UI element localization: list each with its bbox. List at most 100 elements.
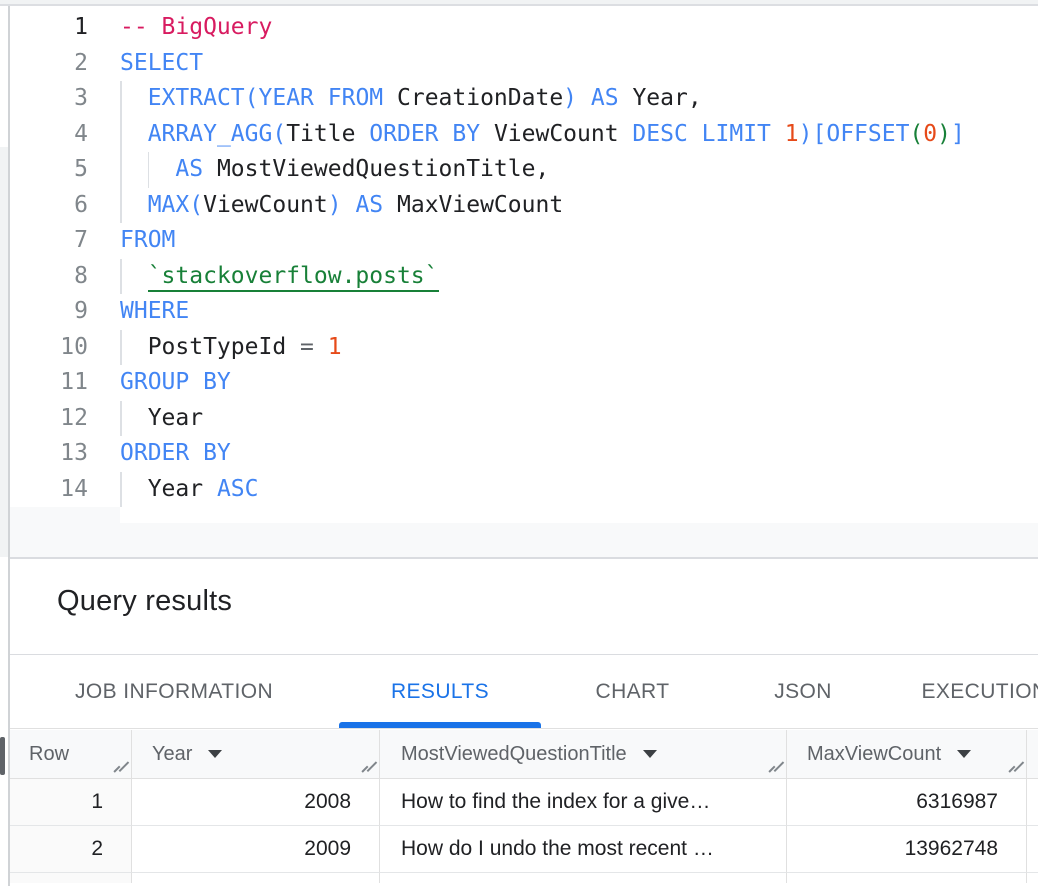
row-filler-cell — [1027, 779, 1038, 826]
table-cell: 2 — [9, 826, 132, 873]
line-number: 13 — [9, 436, 88, 472]
code-line-1: 1 -- BigQuery — [9, 10, 1038, 46]
query-results-title: Query results — [0, 559, 1038, 618]
results-tabbar: JOB INFORMATION RESULTS CHART JSON EXECUTION… — [0, 655, 1038, 729]
table-cell: 2009 — [132, 826, 380, 873]
tab-chart[interactable]: CHART — [541, 655, 724, 728]
code-line-2: 2 SELECT — [9, 46, 1038, 82]
table-cell — [132, 873, 380, 883]
table-cell: 2008 — [132, 779, 380, 826]
code-text: ORDER BY — [120, 436, 231, 472]
tab-label: JSON — [774, 680, 832, 704]
column-resize-handle-icon[interactable] — [767, 760, 781, 773]
sort-caret-icon[interactable] — [957, 750, 971, 758]
tab-results[interactable]: RESULTS — [339, 655, 541, 728]
table-cell — [787, 873, 1027, 883]
left-rail — [0, 6, 9, 886]
line-number: 3 — [9, 81, 88, 117]
column-resize-handle-icon[interactable] — [360, 760, 374, 773]
line-number: 8 — [9, 259, 88, 295]
code-text: FROM — [120, 223, 175, 259]
panel-border — [8, 6, 10, 886]
tab-json[interactable]: JSON — [724, 655, 882, 728]
code-line-10: 10 PostTypeId = 1 — [9, 330, 1038, 366]
bigquery-console: 1-- BigQuery2SELECT3 EXTRACT(YEAR FROM C… — [0, 0, 1038, 886]
code-line-9: 9 WHERE — [9, 294, 1038, 330]
tab-label: EXECUTION DETAILS — [921, 680, 1038, 704]
editor-gutter-tail — [9, 507, 120, 523]
code-line-3: 3 EXTRACT(YEAR FROM CreationDate) AS Yea… — [9, 81, 1038, 117]
code-line-4: 4 ARRAY_AGG(Title ORDER BY ViewCount DES… — [9, 117, 1038, 153]
table-cell: How to find the index for a give… — [380, 779, 787, 826]
header-filler-cell — [1027, 730, 1038, 779]
table-row-partial — [9, 873, 1038, 883]
code-text: `stackoverflow.posts` — [120, 259, 439, 295]
code-line-7: 7 FROM — [9, 223, 1038, 259]
column-header-label: MostViewedQuestionTitle — [401, 743, 627, 766]
column-header-row[interactable]: Row — [9, 730, 132, 779]
column-header-label: Year — [152, 743, 192, 766]
code-line-14: 14 Year ASC — [9, 472, 1038, 508]
column-header-label: Row — [29, 743, 69, 766]
line-number: 10 — [9, 330, 88, 366]
column-header-mostviewedquestiontitle[interactable]: MostViewedQuestionTitle — [380, 730, 787, 779]
table-cell: 1 — [9, 779, 132, 826]
line-number: 12 — [9, 401, 88, 437]
column-header-year[interactable]: Year — [132, 730, 380, 779]
code-text: SELECT — [120, 46, 203, 82]
results-table: Row Year MostViewedQuestionTitle MaxViewCou… — [9, 730, 1038, 883]
table-row: 22009How do I undo the most recent …1396… — [9, 826, 1038, 873]
scrollbar-thumb[interactable] — [0, 737, 5, 775]
table-header-row: Row Year MostViewedQuestionTitle MaxViewCou… — [9, 730, 1038, 779]
code-text: PostTypeId = 1 — [120, 330, 342, 366]
code-text: AS MostViewedQuestionTitle, — [120, 152, 549, 188]
code-line-5: 5 AS MostViewedQuestionTitle, — [9, 152, 1038, 188]
table-cell: How do I undo the most recent … — [380, 826, 787, 873]
code-text: Year — [120, 401, 203, 437]
line-number: 6 — [9, 188, 88, 224]
code-line-13: 13 ORDER BY — [9, 436, 1038, 472]
code-line-12: 12 Year — [9, 401, 1038, 437]
tab-label: JOB INFORMATION — [75, 680, 273, 704]
line-number: 7 — [9, 223, 88, 259]
code-text: EXTRACT(YEAR FROM CreationDate) AS Year, — [120, 81, 702, 117]
tab-execution-details[interactable]: EXECUTION DETAILS — [882, 655, 1038, 728]
code-text: Year ASC — [120, 472, 258, 508]
editor-resize-gap[interactable] — [9, 523, 1038, 557]
sql-editor[interactable]: 1-- BigQuery2SELECT3 EXTRACT(YEAR FROM C… — [9, 6, 1038, 507]
code-text: -- BigQuery — [120, 10, 272, 46]
column-header-label: MaxViewCount — [807, 743, 941, 766]
code-text: GROUP BY — [120, 365, 231, 401]
table-cell: 13962748 — [787, 826, 1027, 873]
line-number: 1 — [9, 10, 88, 46]
table-row: 12008How to find the index for a give…63… — [9, 779, 1038, 826]
line-number: 2 — [9, 46, 88, 82]
code-line-11: 11 GROUP BY — [9, 365, 1038, 401]
column-resize-handle-icon[interactable] — [112, 760, 126, 773]
code-text: ARRAY_AGG(Title ORDER BY ViewCount DESC … — [120, 117, 965, 153]
tab-label: RESULTS — [391, 680, 489, 704]
table-cell — [380, 873, 787, 883]
row-filler-cell — [1027, 873, 1038, 883]
table-reference-link[interactable]: `stackoverflow.posts` — [148, 263, 439, 292]
code-line-6: 6 MAX(ViewCount) AS MaxViewCount — [9, 188, 1038, 224]
code-text: MAX(ViewCount) AS MaxViewCount — [120, 188, 563, 224]
code-line-8: 8 `stackoverflow.posts` — [9, 259, 1038, 295]
tab-label: CHART — [596, 680, 670, 704]
line-number: 5 — [9, 152, 88, 188]
line-number: 14 — [9, 472, 88, 508]
active-tab-indicator — [339, 722, 541, 728]
tab-job-information[interactable]: JOB INFORMATION — [9, 655, 339, 728]
sort-caret-icon[interactable] — [643, 750, 657, 758]
table-cell: 6316987 — [787, 779, 1027, 826]
column-header-maxviewcount[interactable]: MaxViewCount — [787, 730, 1027, 779]
table-cell — [9, 873, 132, 883]
line-number: 4 — [9, 117, 88, 153]
line-number: 11 — [9, 365, 88, 401]
code-text: WHERE — [120, 294, 189, 330]
column-resize-handle-icon[interactable] — [1007, 760, 1021, 773]
row-filler-cell — [1027, 826, 1038, 873]
line-number: 9 — [9, 294, 88, 330]
query-results-section: Query results — [0, 559, 1038, 654]
sort-caret-icon[interactable] — [208, 750, 222, 758]
